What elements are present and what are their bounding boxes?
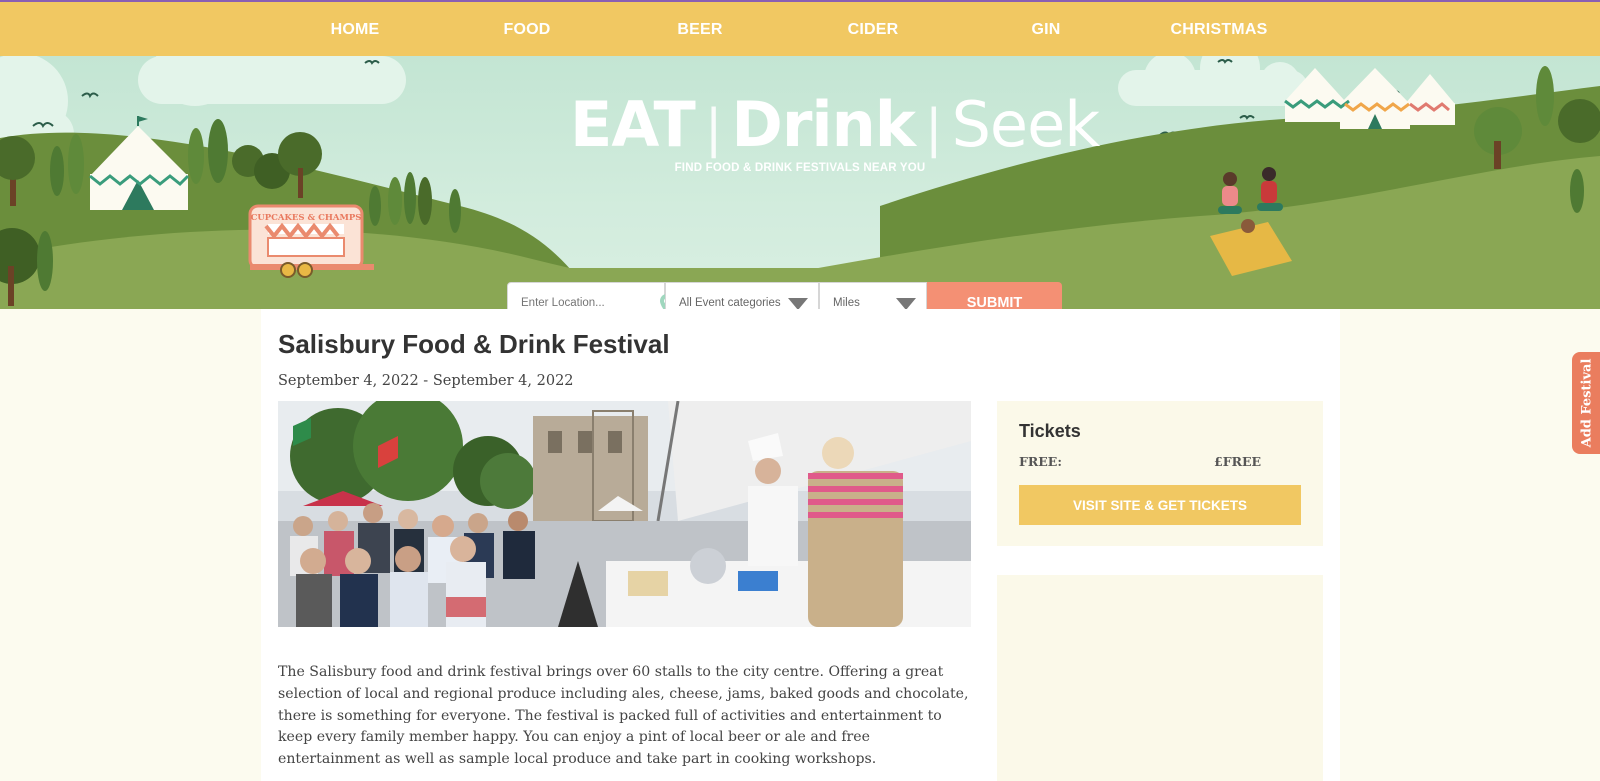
nav-home[interactable]: HOME <box>331 21 380 39</box>
hero-banner: CUPCAKES & CHAMPS EAT | Drink | Seek FIND FO… <box>0 56 1600 309</box>
van-sign: CUPCAKES & CHAMPS <box>251 213 362 223</box>
chevron-down-icon <box>788 298 808 309</box>
event-description: The Salisbury food and drink festival br… <box>278 664 969 768</box>
tickets-panel: Tickets FREE: £FREE VISIT SITE & GET TIC… <box>997 401 1323 546</box>
search-bar: All Event categories Miles SUBMIT <box>507 282 1062 309</box>
nav-food[interactable]: FOOD <box>503 21 550 39</box>
miles-select[interactable]: Miles <box>819 282 927 309</box>
tickets-heading: Tickets <box>1019 421 1081 441</box>
tent-left <box>89 116 190 210</box>
chevron-down-icon <box>896 298 916 309</box>
festival-photo <box>278 401 971 627</box>
category-select-value: All Event categories <box>679 297 781 309</box>
ticket-type-label: FREE: <box>1019 454 1062 469</box>
nav-christmas[interactable]: CHRISTMAS <box>1171 21 1268 39</box>
event-dates: September 4, 2022 - September 4, 2022 <box>278 373 574 389</box>
ticket-price: £FREE <box>1214 454 1262 469</box>
logo-drink: Drink <box>731 88 916 161</box>
page-title: Salisbury Food & Drink Festival <box>278 329 670 359</box>
visit-site-button[interactable]: VISIT SITE & GET TICKETS <box>1019 485 1301 525</box>
nav-gin[interactable]: GIN <box>1031 21 1060 39</box>
top-nav: HOME FOOD BEER CIDER GIN CHRISTMAS <box>0 0 1600 56</box>
site-logo[interactable]: EAT | Drink | Seek FIND FOOD & DRINK FESTIVA… <box>570 94 1100 175</box>
category-select[interactable]: All Event categories <box>665 282 819 309</box>
nav-beer[interactable]: BEER <box>677 21 722 39</box>
tents-right <box>1284 68 1455 129</box>
add-festival-tab[interactable]: Add Festival <box>1572 352 1600 454</box>
add-festival-label: Add Festival <box>1579 358 1595 448</box>
submit-button[interactable]: SUBMIT <box>927 282 1062 309</box>
location-input[interactable] <box>521 297 636 309</box>
location-field[interactable] <box>507 282 674 309</box>
logo-eat: EAT <box>570 88 696 161</box>
miles-select-value: Miles <box>833 297 860 309</box>
sidebar-panel <box>997 575 1323 781</box>
nav-cider[interactable]: CIDER <box>848 21 899 39</box>
main-content: Salisbury Food & Drink Festival Septembe… <box>261 309 1340 781</box>
tagline: FIND FOOD & DRINK FESTIVALS NEAR YOU <box>674 162 926 174</box>
food-van: CUPCAKES & CHAMPS <box>248 204 374 278</box>
logo-seek: Seek <box>951 88 1101 161</box>
